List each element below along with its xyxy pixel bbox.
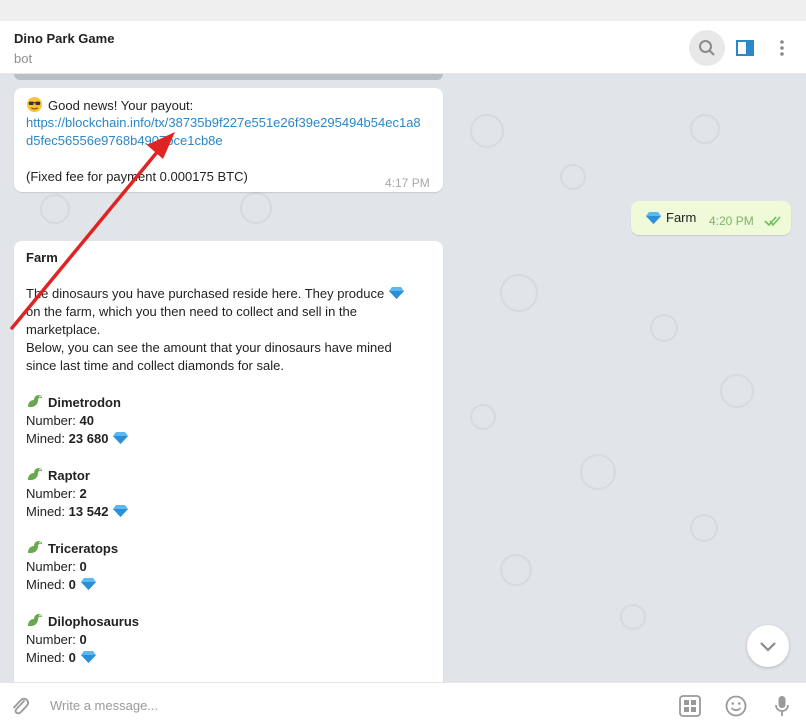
number-label: Number: bbox=[26, 559, 76, 574]
bot-keyboard-icon bbox=[679, 695, 701, 717]
background-doodle bbox=[690, 114, 720, 144]
farm-intro-line: since last time and collect diamonds for… bbox=[26, 358, 284, 373]
dino-mined: 0 bbox=[68, 650, 76, 665]
farm-intro-line: Below, you can see the amount that your … bbox=[26, 340, 392, 355]
diamond-icon bbox=[646, 212, 661, 224]
number-label: Number: bbox=[26, 413, 76, 428]
farm-title: Farm bbox=[26, 250, 58, 265]
background-doodle bbox=[470, 404, 496, 430]
background-doodle bbox=[560, 164, 586, 190]
dinosaur-icon bbox=[28, 614, 42, 626]
read-checkmarks-icon bbox=[764, 216, 781, 227]
farm-message[interactable]: Farm The dinosaurs you have purchased re… bbox=[14, 241, 443, 682]
dino-number: 0 bbox=[79, 559, 87, 574]
dino-mined: 13 542 bbox=[68, 504, 109, 519]
chat-subtitle: bot bbox=[14, 51, 33, 66]
emoji-icon bbox=[725, 695, 747, 717]
dino-name: Raptor bbox=[48, 468, 90, 483]
sunglasses-emoji-icon bbox=[26, 96, 43, 113]
dino-number: 40 bbox=[79, 413, 94, 428]
diamond-icon bbox=[388, 287, 404, 299]
mined-label: Mined: bbox=[26, 650, 66, 665]
payout-link-line-1[interactable]: https://blockchain.info/tx/38735b9f227e5… bbox=[26, 114, 421, 132]
farm-intro-line: marketplace. bbox=[26, 322, 101, 337]
number-label: Number: bbox=[26, 632, 76, 647]
dino-name: Dilophosaurus bbox=[48, 614, 140, 629]
sidebar-toggle-icon bbox=[736, 40, 754, 56]
chat-header: Dino Park Game bot bbox=[0, 21, 806, 74]
attach-button[interactable] bbox=[8, 694, 32, 718]
background-doodle bbox=[500, 554, 532, 586]
dino-mined: 0 bbox=[68, 577, 76, 592]
background-doodle bbox=[720, 374, 754, 408]
chevron-down-icon bbox=[760, 642, 776, 652]
paperclip-icon bbox=[13, 697, 29, 715]
background-doodle bbox=[40, 194, 70, 224]
dino-name: Dimetrodon bbox=[48, 395, 121, 410]
more-options-button[interactable] bbox=[764, 30, 800, 66]
payout-greeting: Good news! Your payout: bbox=[48, 98, 194, 113]
outgoing-message[interactable]: Farm 4:20 PM bbox=[631, 201, 791, 235]
diamond-icon bbox=[113, 505, 129, 517]
diamond-icon bbox=[80, 578, 96, 590]
payout-message[interactable]: Good news! Your payout: https://blockcha… bbox=[14, 88, 443, 192]
bot-keyboard-button[interactable] bbox=[678, 694, 702, 718]
search-button[interactable] bbox=[689, 30, 725, 66]
message-time: 4:17 PM bbox=[385, 176, 430, 190]
farm-intro-line: The dinosaurs you have purchased reside … bbox=[26, 286, 385, 301]
window-top-strip bbox=[0, 0, 806, 21]
sidebar-toggle-button[interactable] bbox=[727, 30, 763, 66]
more-vertical-icon bbox=[780, 40, 784, 56]
message-composer: Write a message... bbox=[0, 682, 806, 728]
previous-message-edge bbox=[14, 74, 443, 80]
dino-mined: 23 680 bbox=[68, 431, 109, 446]
scroll-down-button[interactable] bbox=[747, 625, 789, 667]
mined-label: Mined: bbox=[26, 504, 66, 519]
background-doodle bbox=[650, 314, 678, 342]
background-doodle bbox=[500, 274, 538, 312]
payout-fee-text: (Fixed fee for payment 0.000175 BTC) bbox=[26, 169, 248, 184]
diamond-icon bbox=[113, 432, 129, 444]
dino-number: 0 bbox=[79, 632, 87, 647]
background-doodle bbox=[620, 604, 646, 630]
dino-name: Triceratops bbox=[48, 541, 119, 556]
chat-title[interactable]: Dino Park Game bbox=[14, 31, 114, 46]
voice-message-button[interactable] bbox=[770, 694, 794, 718]
chat-area[interactable]: Good news! Your payout: https://blockcha… bbox=[0, 74, 806, 682]
message-input[interactable]: Write a message... bbox=[50, 698, 158, 713]
diamond-icon bbox=[80, 651, 96, 663]
background-doodle bbox=[580, 454, 616, 490]
search-icon bbox=[699, 40, 715, 56]
mined-label: Mined: bbox=[26, 577, 66, 592]
message-time: 4:20 PM bbox=[709, 214, 754, 228]
background-doodle bbox=[470, 114, 504, 148]
outgoing-text: Farm bbox=[666, 210, 697, 225]
number-label: Number: bbox=[26, 486, 76, 501]
emoji-button[interactable] bbox=[724, 694, 748, 718]
dinosaur-icon bbox=[28, 395, 42, 407]
dinosaur-icon bbox=[28, 541, 42, 553]
microphone-icon bbox=[775, 696, 789, 716]
background-doodle bbox=[240, 192, 272, 224]
dinosaur-icon bbox=[28, 468, 42, 480]
payout-link-line-2[interactable]: d5fec56556e9768b4907bce1cb8e bbox=[26, 132, 223, 150]
mined-label: Mined: bbox=[26, 431, 66, 446]
background-doodle bbox=[690, 514, 718, 542]
farm-intro-line: on the farm, which you then need to coll… bbox=[26, 304, 357, 319]
dino-number: 2 bbox=[79, 486, 87, 501]
